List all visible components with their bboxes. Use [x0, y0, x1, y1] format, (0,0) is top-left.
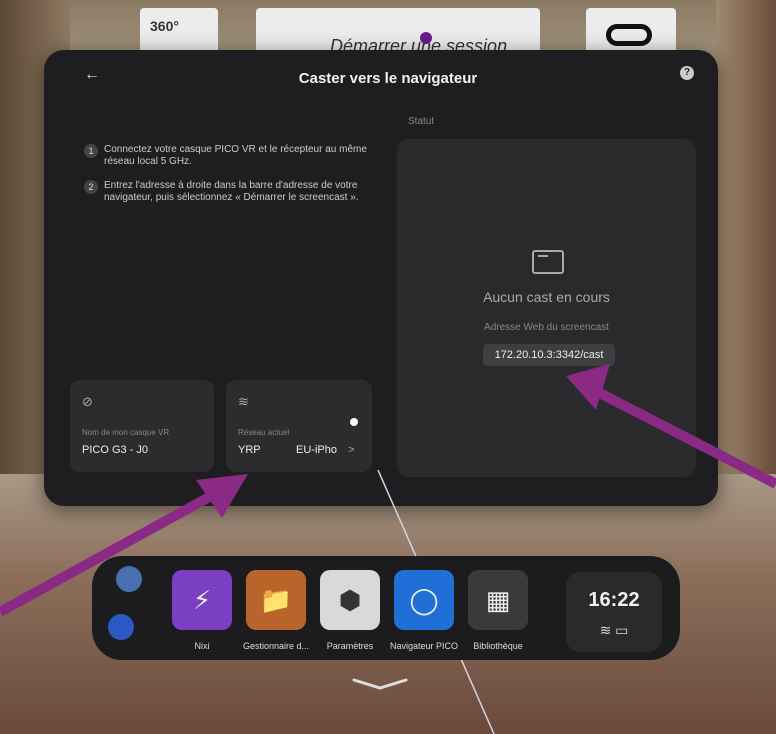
wifi-battery-icon: ≋ ▭: [599, 622, 629, 638]
address-label: Adresse Web du screencast: [484, 322, 609, 333]
app-label: Gestionnaire d...: [242, 641, 310, 651]
step-number: 2: [84, 180, 98, 194]
network-card[interactable]: ≋ Réseau actuel YRP EU-iPho >: [226, 380, 372, 472]
clock-widget[interactable]: [566, 572, 662, 652]
step-text: Connectez votre casque PICO VR et le réc…: [104, 144, 367, 167]
chevron-right-icon: >: [348, 444, 355, 456]
network-label: Réseau actuel: [238, 428, 290, 437]
panel-title: Caster vers le navigateur: [298, 70, 478, 87]
app-file-manager[interactable]: 📁: [246, 570, 306, 630]
notification-bell-icon[interactable]: [108, 614, 134, 640]
screen-icon: [532, 250, 564, 274]
chevron-down-icon[interactable]: [352, 678, 408, 690]
step-number: 1: [84, 144, 98, 158]
app-nixi[interactable]: ⚡: [172, 570, 232, 630]
step-1: 1 Connectez votre casque PICO VR et le r…: [84, 144, 374, 168]
pointer-dot: [420, 32, 432, 44]
app-label: Navigateur PICO: [389, 641, 459, 651]
step-text: Entrez l'adresse à droite dans la barre …: [104, 180, 359, 203]
app-label: Nixi: [194, 641, 210, 651]
help-icon[interactable]: ?: [680, 66, 694, 80]
app-label: Paramètres: [326, 641, 374, 651]
device-name-card[interactable]: ⊘ Nom de mon casque VR PICO G3 - J0: [70, 380, 214, 472]
device-name-label: Nom de mon casque VR: [82, 428, 170, 437]
instruction-steps: 1 Connectez votre casque PICO VR et le r…: [84, 144, 374, 216]
clock-time: 16:22: [588, 589, 640, 611]
block-icon: ⊘: [82, 394, 93, 409]
screencast-address: 172.20.10.3:3342/cast: [483, 344, 615, 366]
app-browser[interactable]: ◯: [394, 570, 454, 630]
network-value-left: YRP: [238, 444, 261, 456]
headset-icon: [606, 24, 652, 46]
network-value-right: EU-iPho: [296, 444, 337, 456]
app-label: Bibliothèque: [473, 641, 523, 651]
status-label: Statut: [408, 116, 435, 127]
profile-icon[interactable]: [116, 566, 142, 592]
app-library[interactable]: ▦: [468, 570, 528, 630]
device-name-value: PICO G3 - J0: [82, 444, 149, 456]
wifi-icon: ≋: [238, 394, 249, 409]
step-2: 2 Entrez l'adresse à droite dans la barr…: [84, 180, 374, 204]
no-cast-text: Aucun cast en cours: [483, 289, 610, 305]
network-status-dot: [350, 418, 358, 426]
background-360-label: 360°: [150, 18, 179, 34]
app-settings[interactable]: ⬢: [320, 570, 380, 630]
status-box: [397, 139, 696, 477]
